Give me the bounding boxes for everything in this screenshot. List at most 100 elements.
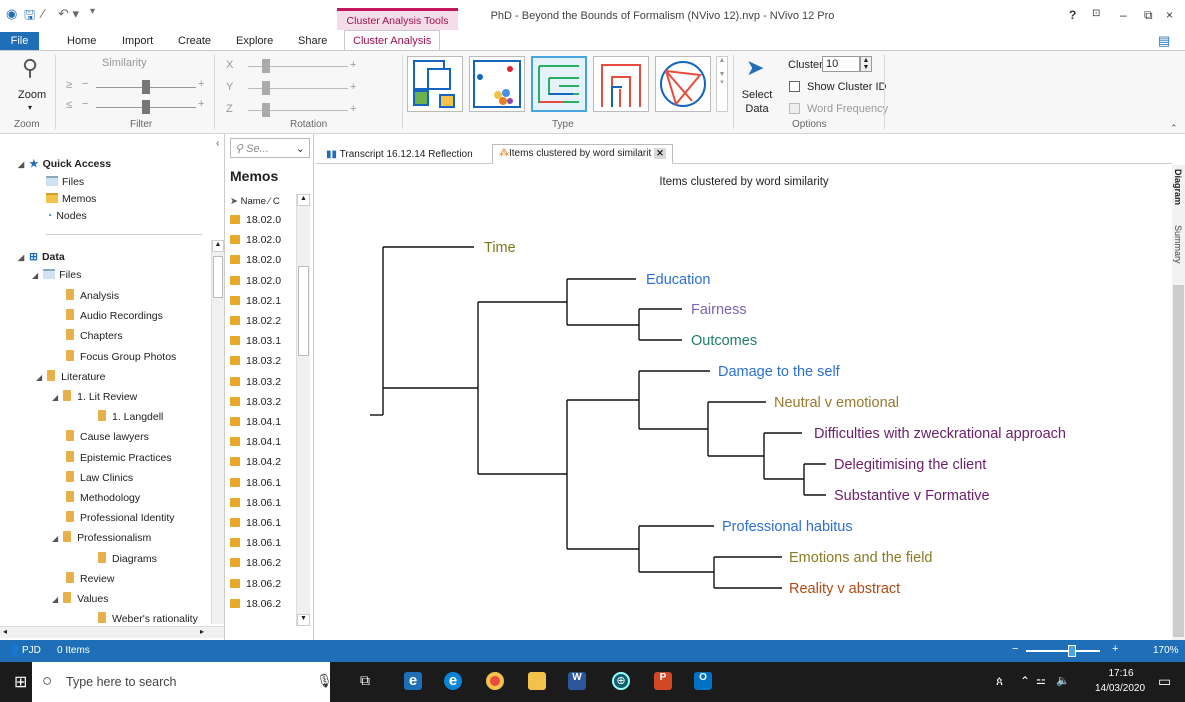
memo-list-item[interactable]: 18.06.1 xyxy=(230,497,281,509)
clock-time[interactable]: 17:16 xyxy=(1104,668,1138,679)
cluster-leaf-label[interactable]: Education xyxy=(646,272,711,288)
similarity-max-slider[interactable] xyxy=(96,100,196,114)
cluster-leaf-label[interactable]: Damage to the self xyxy=(718,364,841,380)
folder-item[interactable]: ◢ Professionalism xyxy=(52,531,151,544)
memo-list-item[interactable]: 18.02.0 xyxy=(230,275,281,287)
search-dropdown-icon[interactable]: ⌄ xyxy=(296,142,305,155)
people-icon[interactable]: ጰ xyxy=(996,674,1003,689)
tab-transcript[interactable]: ▮▮ Transcript 16.12.14 Reflection xyxy=(320,146,479,164)
quick-access-header[interactable]: ◢ ★ Quick Access xyxy=(18,158,111,170)
edge-legacy-icon[interactable]: e xyxy=(404,672,422,690)
memo-list-item[interactable]: 18.06.2 xyxy=(230,557,281,569)
folder-item[interactable]: Weber's rationality xyxy=(98,612,198,625)
tree-map-type-button[interactable] xyxy=(407,56,463,112)
folder-item[interactable]: 1. Langdell xyxy=(98,410,163,423)
memo-list-item[interactable]: 18.03.2 xyxy=(230,396,281,408)
diagram-scrollbar[interactable] xyxy=(1173,285,1184,637)
network-icon[interactable]: ⚍ xyxy=(1036,674,1046,687)
nvivo-taskbar-icon[interactable]: ⊕ xyxy=(612,672,630,690)
side-tab-summary[interactable]: Summary xyxy=(1173,225,1183,264)
horizontal-dendrogram-type-button[interactable] xyxy=(531,56,587,112)
memo-list-item[interactable]: 18.06.1 xyxy=(230,477,281,489)
memo-list-item[interactable]: 18.06.2 xyxy=(230,578,281,590)
volume-icon[interactable]: 🔈 xyxy=(1056,674,1070,687)
cluster-leaf-label[interactable]: Neutral v emotional xyxy=(774,395,899,411)
tab-file[interactable]: File xyxy=(0,32,39,50)
nav-data-files[interactable]: ◢ Files xyxy=(32,269,81,281)
memo-list-item[interactable]: 18.02.0 xyxy=(230,234,281,246)
collapse-pane-icon[interactable]: ‹ xyxy=(216,138,219,149)
folder-item[interactable]: Cause lawyers xyxy=(66,430,149,443)
expand-icon[interactable]: ◢ xyxy=(52,534,58,543)
zoom-button[interactable]: Zoom xyxy=(18,89,46,101)
tab-home[interactable]: Home xyxy=(67,35,96,47)
side-tab-diagram[interactable]: Diagram xyxy=(1173,169,1183,205)
cluster-leaf-label[interactable]: Outcomes xyxy=(691,333,757,349)
memo-list-item[interactable]: 18.02.1 xyxy=(230,295,281,307)
zoom-slider-thumb[interactable] xyxy=(1068,645,1076,657)
column-header-name[interactable]: ➤ Name ∕ C xyxy=(230,196,280,207)
expand-icon[interactable]: ◢ xyxy=(52,595,58,604)
memos-scrollbar[interactable]: ▲ ▼ xyxy=(296,194,310,626)
similarity-min-slider[interactable] xyxy=(96,80,196,94)
folder-item[interactable]: ◢ Literature xyxy=(36,369,106,383)
notifications-icon[interactable]: ▭ xyxy=(1158,673,1171,690)
memo-list-item[interactable]: 18.06.1 xyxy=(230,537,281,549)
folder-item[interactable]: Focus Group Photos xyxy=(66,349,176,363)
scroll-right-icon[interactable]: ▸ xyxy=(200,627,204,636)
restore-button[interactable]: ⧉ xyxy=(1144,8,1153,23)
cluster-leaf-label[interactable]: Reality v abstract xyxy=(789,581,900,597)
cluster-leaf-label[interactable]: Delegitimising the client xyxy=(834,457,986,473)
cluster-leaf-label[interactable]: Emotions and the field xyxy=(789,550,932,566)
folder-item[interactable]: ◢ Values xyxy=(52,592,108,605)
memo-list-item[interactable]: 18.02.0 xyxy=(230,214,281,226)
expand-icon[interactable]: ◢ xyxy=(36,373,42,382)
tab-share[interactable]: Share xyxy=(298,35,327,47)
circle-graph-type-button[interactable] xyxy=(655,56,711,112)
memo-list-item[interactable]: 18.06.1 xyxy=(230,517,281,529)
scroll-up-icon[interactable]: ▲ xyxy=(297,194,310,206)
slider-thumb[interactable] xyxy=(142,100,150,114)
memo-list-item[interactable]: 18.02.2 xyxy=(230,315,281,327)
3d-cluster-type-button[interactable] xyxy=(469,56,525,112)
nav-scrollbar[interactable]: ▲ xyxy=(211,240,224,624)
tab-import[interactable]: Import xyxy=(122,35,153,47)
windows-start-icon[interactable]: ⊞ xyxy=(14,672,27,692)
clusters-input[interactable]: 10 xyxy=(822,56,860,72)
folder-item[interactable]: ◢ 1. Lit Review xyxy=(52,390,137,403)
tab-create[interactable]: Create xyxy=(178,35,211,47)
show-cluster-id-checkbox[interactable] xyxy=(789,81,800,92)
tab-explore[interactable]: Explore xyxy=(236,35,273,47)
select-data-button-line2[interactable]: Data xyxy=(741,103,773,115)
zoom-out-button[interactable]: − xyxy=(1012,643,1018,655)
memo-search-input[interactable]: ⚲ Se... ⌄ xyxy=(230,138,310,158)
clock-date[interactable]: 14/03/2020 xyxy=(1090,683,1150,694)
zoom-dropdown-icon[interactable]: ▾ xyxy=(28,103,32,112)
close-tab-icon[interactable]: ✕ xyxy=(654,148,667,159)
folder-item[interactable]: Review xyxy=(66,571,114,585)
folder-item[interactable]: Methodology xyxy=(66,491,140,504)
scroll-thumb[interactable] xyxy=(213,256,223,298)
tray-chevron-icon[interactable]: ⌃ xyxy=(1020,674,1030,688)
folder-item[interactable]: Diagrams xyxy=(98,551,157,565)
scroll-thumb[interactable] xyxy=(298,266,309,356)
word-icon[interactable]: W xyxy=(568,672,586,690)
folder-item[interactable]: Audio Recordings xyxy=(66,309,163,322)
taskbar-search-box[interactable]: ○ Type here to search 🎙 xyxy=(32,662,333,702)
select-data-button-line1[interactable]: Select xyxy=(741,89,773,101)
memo-list-item[interactable]: 18.04.1 xyxy=(230,436,281,448)
help-button[interactable]: ? xyxy=(1069,8,1076,22)
chrome-icon[interactable] xyxy=(486,672,504,690)
cluster-leaf-label[interactable]: Fairness xyxy=(691,302,747,318)
ribbon-display-button[interactable]: ⊡ xyxy=(1092,8,1100,19)
vertical-dendrogram-type-button[interactable] xyxy=(593,56,649,112)
clusters-spinner[interactable]: ▲ ▼ xyxy=(860,56,872,72)
expand-icon[interactable]: ◢ xyxy=(52,393,58,402)
zoom-icon[interactable]: ⚲ xyxy=(22,55,38,81)
file-explorer-icon[interactable] xyxy=(528,672,546,690)
nav-nodes[interactable]: ◔ Nodes xyxy=(46,210,87,222)
minimize-button[interactable]: – xyxy=(1120,8,1127,22)
nav-files[interactable]: Files xyxy=(46,176,84,188)
collapse-ribbon-icon[interactable]: ⌃ xyxy=(1170,123,1178,134)
scroll-down-icon[interactable]: ▼ xyxy=(297,614,310,626)
